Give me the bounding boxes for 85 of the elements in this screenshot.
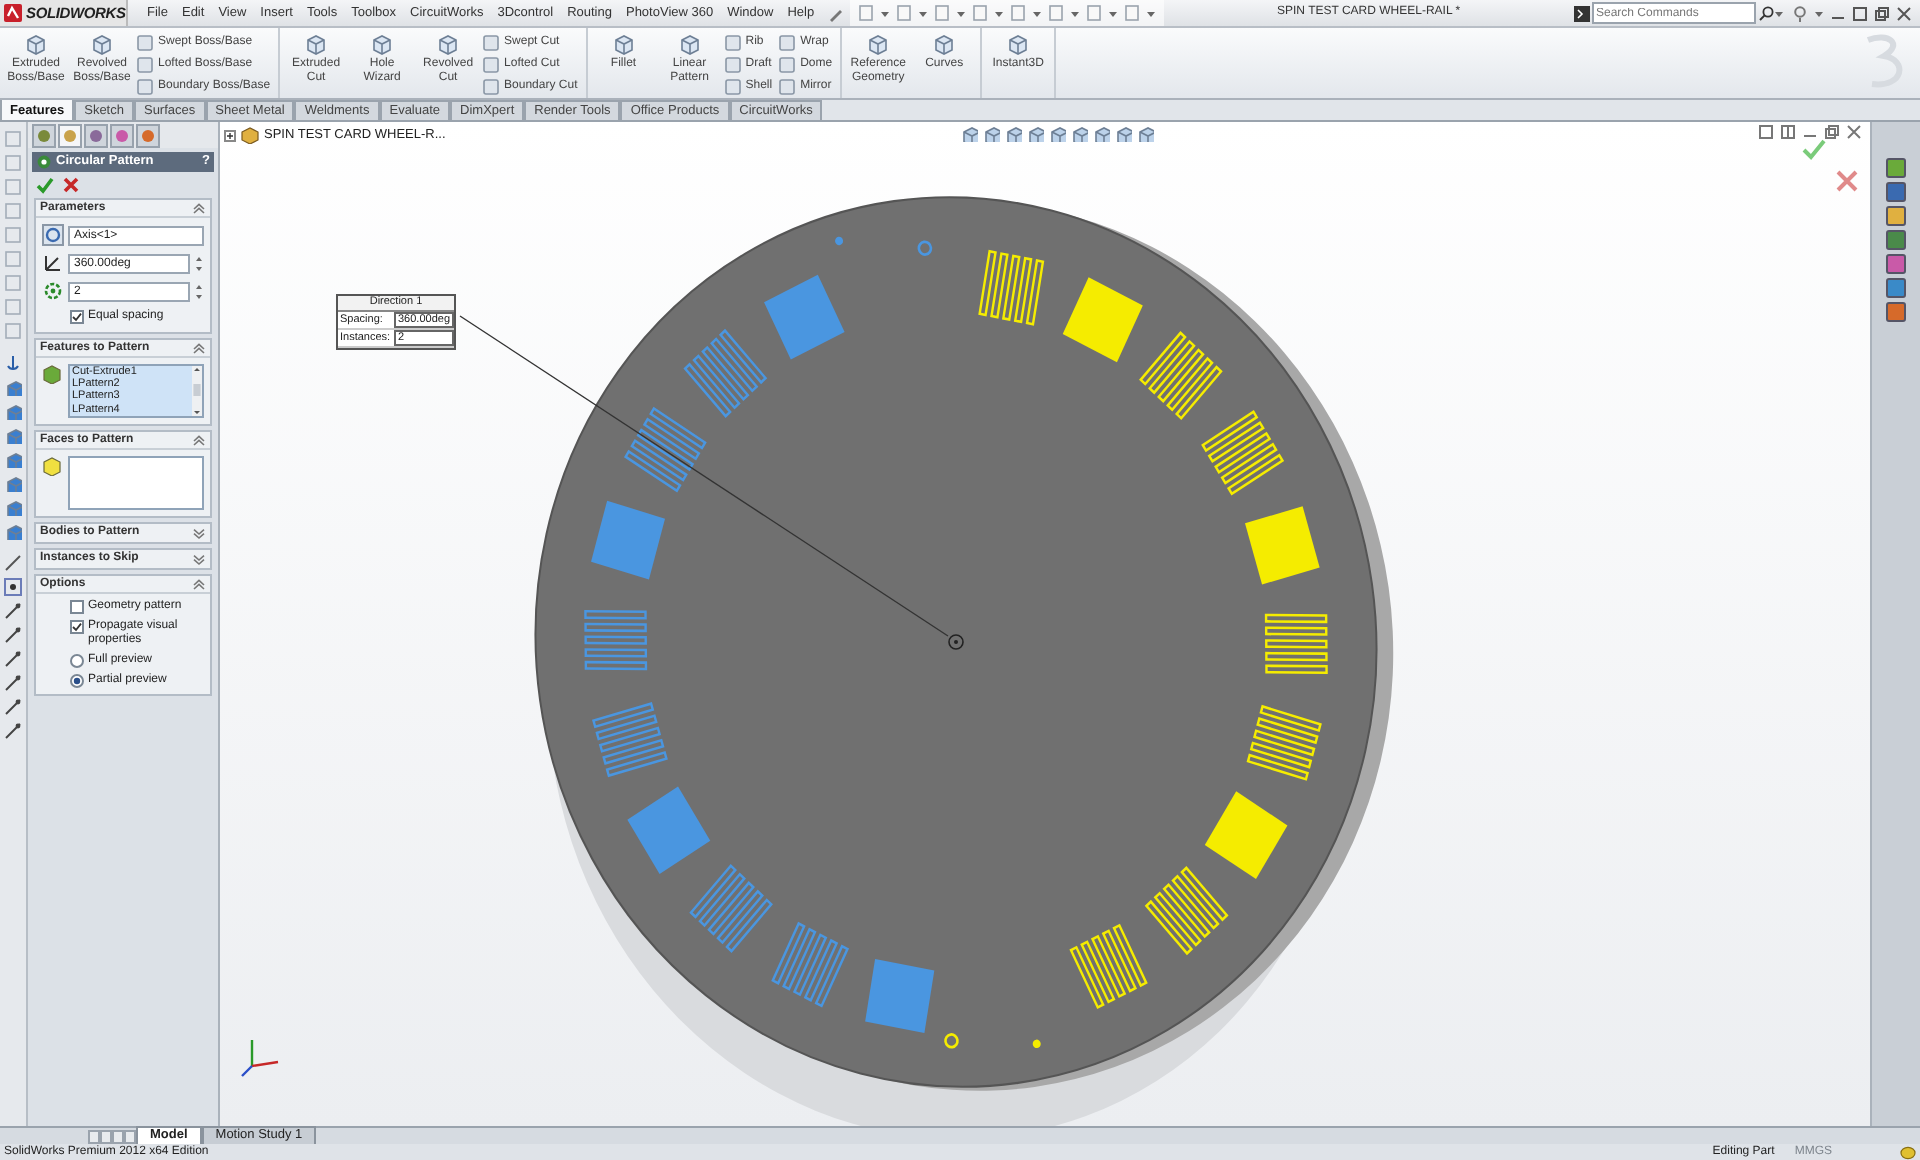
sketch-tool-icon[interactable] (4, 722, 22, 740)
feature-icon (370, 32, 395, 56)
caret-icon[interactable] (917, 9, 928, 17)
caret-icon[interactable] (993, 9, 1004, 17)
caret-icon[interactable] (955, 9, 966, 17)
collapse-icon[interactable] (192, 202, 206, 214)
feature-icon (677, 32, 702, 56)
face-icon (42, 456, 62, 476)
sketch-tool-icon[interactable] (4, 698, 22, 716)
display-icon[interactable] (136, 123, 160, 147)
collapse-icon[interactable] (192, 342, 206, 354)
features-tree-icon[interactable] (32, 123, 56, 147)
pattern-icon (36, 154, 52, 170)
restore-icon[interactable] (1874, 5, 1890, 21)
lightbulb-icon[interactable] (1792, 5, 1808, 21)
feature-icon (90, 32, 114, 56)
next-page-icon[interactable] (112, 1129, 124, 1143)
radio-button[interactable] (70, 654, 84, 668)
feature-icon (42, 364, 62, 384)
axis-triad-icon (240, 1034, 284, 1078)
close-icon[interactable] (1846, 124, 1862, 140)
maximize-icon[interactable] (1852, 5, 1868, 21)
checkbox[interactable] (70, 620, 84, 634)
close-icon[interactable] (1896, 5, 1912, 21)
sketch-tool-icon[interactable] (4, 626, 22, 644)
logo-icon (4, 4, 22, 22)
cancel-icon[interactable] (62, 176, 80, 194)
property-icon[interactable] (58, 123, 82, 147)
caret-icon[interactable] (1774, 9, 1784, 17)
restore-icon[interactable] (1824, 124, 1840, 140)
cube-icon[interactable] (4, 522, 22, 540)
spinner-icon[interactable] (194, 253, 204, 273)
split-view-icon[interactable] (1780, 124, 1796, 140)
sketch-tool-icon[interactable] (4, 674, 22, 692)
split-view-icon[interactable] (1758, 124, 1774, 140)
cube-icon[interactable] (4, 402, 22, 420)
ok-icon[interactable] (36, 176, 54, 194)
caret-icon[interactable] (1031, 9, 1042, 17)
checkbox[interactable] (70, 310, 84, 324)
sketch-tool-icon[interactable] (4, 650, 22, 668)
dimxpert-icon[interactable] (110, 123, 134, 147)
anchor-icon[interactable] (4, 354, 22, 372)
first-page-icon[interactable] (88, 1129, 100, 1143)
line-icon[interactable] (4, 554, 22, 572)
caret-icon[interactable] (1814, 9, 1824, 17)
expand-icon[interactable] (192, 553, 206, 565)
feature-icon (304, 32, 329, 56)
caret-icon[interactable] (1107, 9, 1118, 17)
configuration-icon[interactable] (84, 123, 108, 147)
feature-icon (436, 32, 461, 56)
collapse-icon[interactable] (192, 578, 206, 590)
point-icon[interactable] (4, 578, 22, 596)
angle-icon (42, 252, 64, 274)
cube-icon[interactable] (4, 378, 22, 396)
gear-icon (42, 280, 64, 302)
feature-icon (611, 32, 636, 56)
feature-icon (1006, 32, 1031, 56)
pin-icon[interactable] (827, 5, 844, 21)
feature-icon (932, 32, 957, 56)
cube-icon[interactable] (4, 426, 22, 444)
expand-icon[interactable] (192, 527, 206, 539)
cube-icon[interactable] (4, 474, 22, 492)
caret-icon[interactable] (1145, 9, 1156, 17)
axis-marker-icon (948, 634, 964, 650)
last-page-icon[interactable] (124, 1129, 136, 1143)
checkbox[interactable] (70, 600, 84, 614)
search-icon[interactable] (1758, 5, 1774, 21)
part-icon (240, 126, 260, 145)
feature-icon (866, 32, 891, 56)
spinner-icon[interactable] (194, 281, 204, 301)
command-prompt-icon (1574, 5, 1590, 21)
list-box[interactable] (68, 456, 204, 510)
caret-icon[interactable] (879, 9, 890, 17)
caret-icon[interactable] (1069, 9, 1080, 17)
previous-page-icon[interactable] (100, 1129, 112, 1143)
cube-icon[interactable] (4, 498, 22, 516)
cube-icon[interactable] (4, 450, 22, 468)
feature-icon (24, 32, 48, 56)
cancel-icon[interactable] (1836, 170, 1858, 192)
scrollbar[interactable] (192, 366, 202, 416)
collapse-icon[interactable] (192, 434, 206, 446)
expand-icon[interactable] (224, 129, 236, 142)
sketch-tool-icon[interactable] (4, 602, 22, 620)
circular-arrow-icon (42, 224, 64, 246)
radio-button[interactable] (70, 674, 84, 688)
